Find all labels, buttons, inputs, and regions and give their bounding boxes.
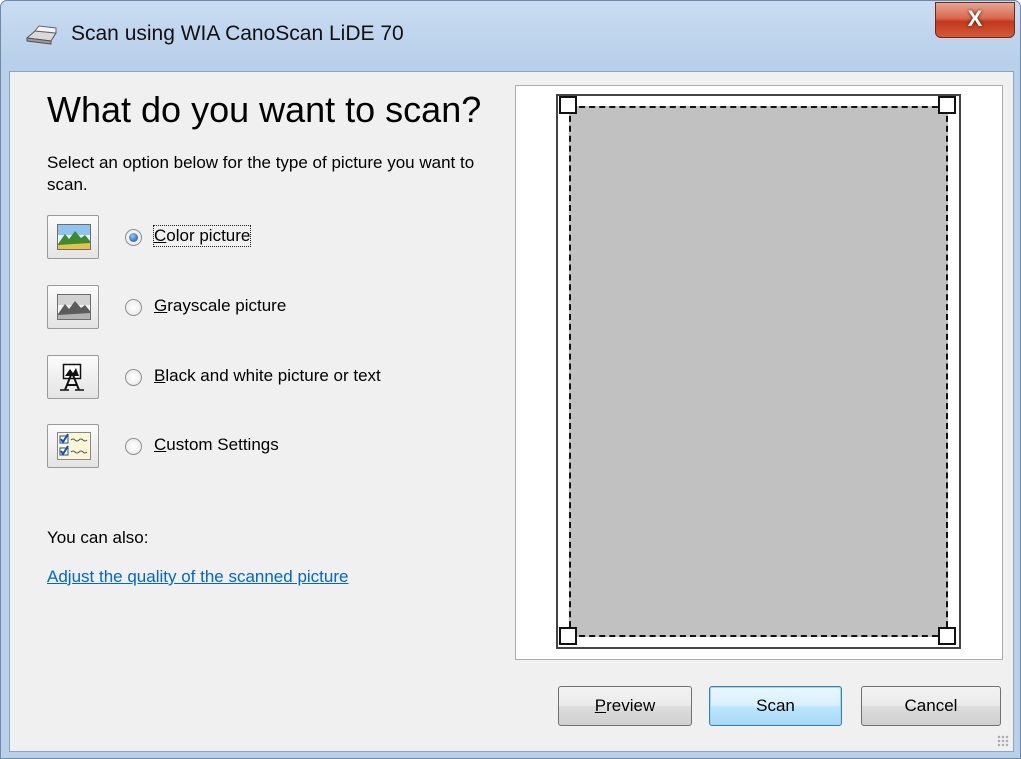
color-picture-radio[interactable] <box>125 229 142 246</box>
option-grayscale-picture[interactable]: Grayscale picture <box>47 285 487 331</box>
black-white-radio[interactable] <box>125 369 142 386</box>
color-picture-button[interactable] <box>47 215 99 259</box>
option-black-white[interactable]: Black and white picture or text <box>47 355 487 401</box>
resize-handle-bottom-left[interactable] <box>559 627 577 645</box>
black-white-button[interactable] <box>47 355 99 399</box>
window-title: Scan using WIA CanoScan LiDE 70 <box>71 22 404 45</box>
scan-selection-area[interactable] <box>569 106 948 637</box>
close-button[interactable]: X <box>935 2 1015 38</box>
resize-grip-icon[interactable] <box>997 735 1009 747</box>
instruction-text: Select an option below for the type of p… <box>47 153 475 194</box>
page-title: What do you want to scan? <box>47 89 482 130</box>
scan-preview-pane <box>515 85 1003 660</box>
scanner-icon <box>25 25 57 45</box>
black-white-label[interactable]: Black and white picture or text <box>154 366 381 386</box>
option-color-picture[interactable]: Color picture <box>47 215 487 261</box>
custom-settings-radio[interactable] <box>125 438 142 455</box>
resize-handle-top-left[interactable] <box>559 96 577 114</box>
custom-settings-button[interactable] <box>47 424 99 468</box>
option-custom-settings[interactable]: Custom Settings <box>47 424 487 470</box>
dialog-body: What do you want to scan? Select an opti… <box>9 71 1014 752</box>
cancel-button[interactable]: Cancel <box>861 686 1001 726</box>
black-white-text-icon <box>60 363 84 391</box>
scan-dialog-window: Scan using WIA CanoScan LiDE 70 X What d… <box>0 0 1021 759</box>
grayscale-picture-button[interactable] <box>47 285 99 329</box>
resize-handle-bottom-right[interactable] <box>938 627 956 645</box>
adjust-quality-link[interactable]: Adjust the quality of the scanned pictur… <box>47 567 348 587</box>
scanner-bed <box>556 94 961 649</box>
scan-button[interactable]: Scan <box>709 686 842 726</box>
grayscale-picture-radio[interactable] <box>125 299 142 316</box>
custom-settings-icon <box>57 432 91 460</box>
grayscale-picture-label[interactable]: Grayscale picture <box>154 296 286 316</box>
resize-handle-top-right[interactable] <box>938 96 956 114</box>
title-bar[interactable]: Scan using WIA CanoScan LiDE 70 X <box>1 1 1020 71</box>
grayscale-picture-icon <box>57 294 91 320</box>
color-picture-label[interactable]: Color picture <box>152 225 252 247</box>
custom-settings-label[interactable]: Custom Settings <box>154 435 279 455</box>
preview-button[interactable]: Preview <box>558 686 692 726</box>
you-can-also-label: You can also: <box>47 528 149 547</box>
color-picture-icon <box>57 224 91 250</box>
